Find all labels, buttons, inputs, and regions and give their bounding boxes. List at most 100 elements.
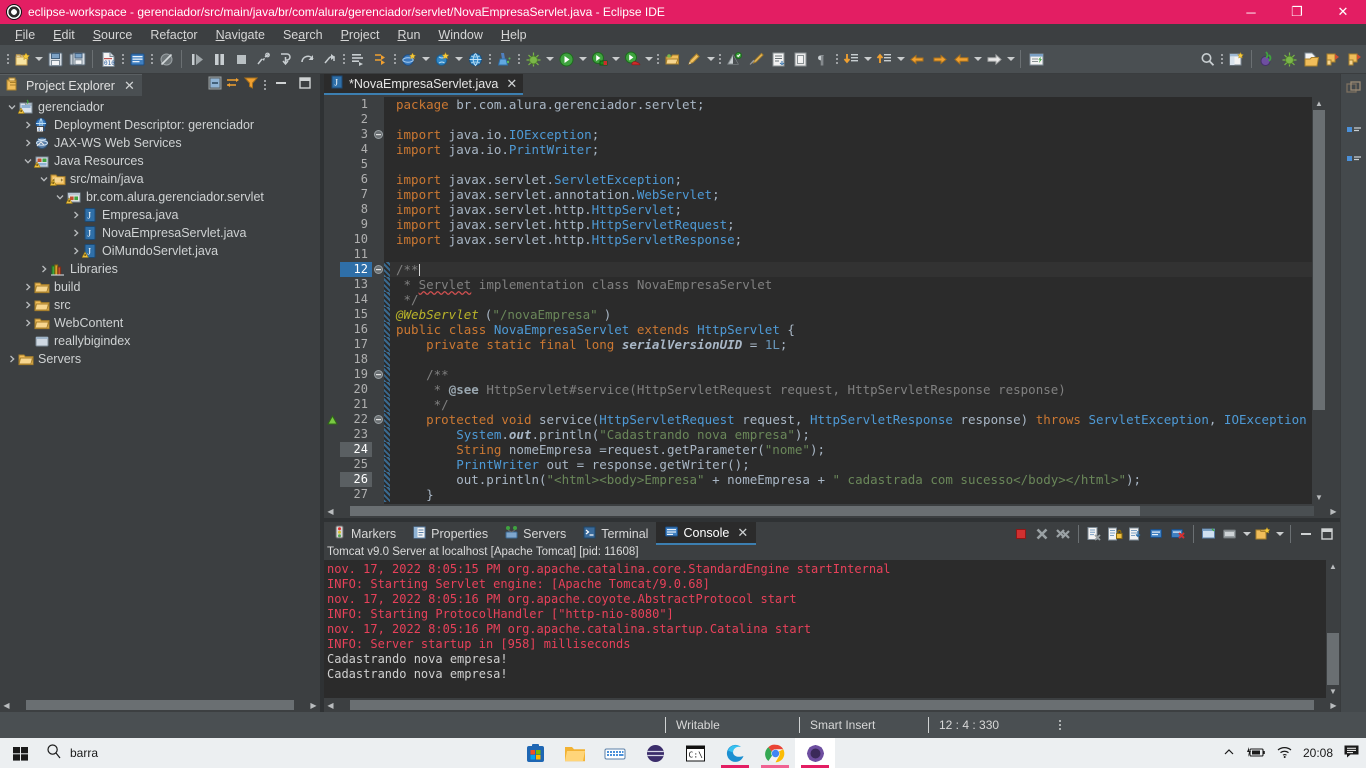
fold-collapse-icon[interactable] bbox=[372, 127, 384, 142]
clear-console-icon[interactable] bbox=[1084, 524, 1104, 544]
code-line[interactable]: * @see HttpServlet#service(HttpServletRe… bbox=[390, 382, 1312, 397]
hscroll-thumb[interactable] bbox=[26, 700, 294, 710]
debug-dropdown-icon[interactable] bbox=[544, 48, 555, 70]
overview-ruler[interactable] bbox=[1326, 97, 1340, 504]
minimize-view-icon[interactable] bbox=[270, 76, 292, 95]
close-icon[interactable]: ✕ bbox=[737, 525, 748, 541]
menu-search[interactable]: Search bbox=[274, 26, 332, 44]
code-line[interactable]: import javax.servlet.annotation.WebServl… bbox=[390, 187, 1312, 202]
collapse-all-icon[interactable] bbox=[207, 75, 223, 96]
close-icon[interactable]: ✕ bbox=[506, 76, 517, 92]
code-line[interactable] bbox=[390, 157, 1312, 172]
tree-item[interactable]: reallybigindex bbox=[0, 332, 320, 350]
forward-icon[interactable] bbox=[983, 48, 1005, 70]
close-icon[interactable]: ✕ bbox=[124, 78, 135, 94]
code-line[interactable]: import javax.servlet.http.HttpServletReq… bbox=[390, 217, 1312, 232]
console-hscrollbar[interactable]: ◀ ▶ bbox=[324, 698, 1340, 712]
scroll-down-arrow[interactable]: ▼ bbox=[1315, 491, 1323, 504]
project-explorer-shortcut-icon[interactable] bbox=[1346, 125, 1362, 146]
eclipse-ide-icon[interactable] bbox=[795, 738, 835, 768]
menu-project[interactable]: Project bbox=[332, 26, 389, 44]
vscroll-track[interactable] bbox=[1312, 110, 1326, 491]
annotation-ruler[interactable] bbox=[324, 97, 340, 504]
new-wizard-icon[interactable] bbox=[11, 48, 33, 70]
wifi-icon[interactable] bbox=[1276, 745, 1293, 762]
chevron-right-icon[interactable] bbox=[70, 227, 82, 239]
toolbar-drag-handle[interactable] bbox=[515, 49, 522, 69]
taskbar-search-box[interactable]: barra bbox=[40, 738, 270, 768]
toolbar-drag-handle[interactable] bbox=[654, 49, 661, 69]
tree-item[interactable]: gerenciador bbox=[0, 98, 320, 116]
back-icon[interactable] bbox=[950, 48, 972, 70]
open-perspective-new-icon[interactable] bbox=[1225, 48, 1247, 70]
new-server-dropdown-icon[interactable] bbox=[420, 48, 431, 70]
project-explorer-hscrollbar[interactable]: ◀ ▶ bbox=[0, 698, 320, 712]
menu-file[interactable]: File bbox=[6, 26, 44, 44]
chevron-down-icon[interactable] bbox=[54, 191, 66, 203]
console-body[interactable]: nov. 17, 2022 8:05:15 PM org.apache.cata… bbox=[324, 560, 1340, 698]
open-console-icon[interactable] bbox=[1253, 524, 1273, 544]
maximize-view-icon[interactable] bbox=[294, 76, 316, 95]
tree-item[interactable]: 4.0 Deployment Descriptor: gerenciador bbox=[0, 116, 320, 134]
menu-navigate[interactable]: Navigate bbox=[207, 26, 274, 44]
code-line[interactable]: /** bbox=[390, 262, 1312, 277]
close-button[interactable]: ✕ bbox=[1320, 0, 1366, 24]
code-line[interactable]: protected void service(HttpServletReques… bbox=[390, 412, 1312, 427]
display-selected-console-icon[interactable] bbox=[1220, 524, 1240, 544]
scroll-right-arrow[interactable]: ▶ bbox=[307, 701, 320, 710]
scroll-down-arrow[interactable]: ▼ bbox=[1329, 685, 1337, 698]
menu-edit[interactable]: Edit bbox=[44, 26, 84, 44]
run-external-tools-icon[interactable] bbox=[588, 48, 610, 70]
code-line[interactable]: PrintWriter out = response.getWriter(); bbox=[390, 457, 1312, 472]
save-all-icon[interactable] bbox=[66, 48, 88, 70]
open-task-icon[interactable] bbox=[126, 48, 148, 70]
toolbar-drag-handle[interactable] bbox=[486, 49, 493, 69]
chevron-right-icon[interactable] bbox=[6, 353, 18, 365]
tree-item[interactable]: J OiMundoServlet.java bbox=[0, 242, 320, 260]
run-coverage-icon[interactable] bbox=[621, 48, 643, 70]
run-last-tool-icon[interactable] bbox=[369, 48, 391, 70]
open-type-icon[interactable] bbox=[1025, 48, 1047, 70]
console-tab-console[interactable]: Console ✕ bbox=[656, 522, 757, 545]
resume-icon[interactable] bbox=[186, 48, 208, 70]
code-line[interactable]: /** bbox=[390, 367, 1312, 382]
toggle-block-selection-icon[interactable] bbox=[789, 48, 811, 70]
toolbar-drag-handle[interactable] bbox=[833, 49, 840, 69]
google-chrome-icon[interactable] bbox=[755, 738, 795, 768]
fold-collapse-icon[interactable] bbox=[372, 412, 384, 427]
next-annotation-icon[interactable] bbox=[840, 48, 862, 70]
console-vscrollbar[interactable]: ▲ ▼ bbox=[1326, 560, 1340, 698]
chevron-right-icon[interactable] bbox=[22, 317, 34, 329]
step-into-icon[interactable] bbox=[274, 48, 296, 70]
new-java-class-icon[interactable] bbox=[723, 48, 745, 70]
display-selected-console-dropdown-icon[interactable] bbox=[1241, 523, 1252, 545]
scroll-right-arrow[interactable]: ▶ bbox=[1327, 507, 1340, 516]
tree-item[interactable]: src/main/java bbox=[0, 170, 320, 188]
file-explorer-icon[interactable] bbox=[555, 738, 595, 768]
code-line[interactable]: System.out.println("Cadastrando nova emp… bbox=[390, 427, 1312, 442]
notifications-icon[interactable] bbox=[1343, 744, 1360, 762]
new-wizard-dropdown-icon[interactable] bbox=[33, 48, 44, 70]
maximize-view-icon[interactable] bbox=[1317, 524, 1337, 544]
code-line[interactable]: */ bbox=[390, 292, 1312, 307]
microsoft-store-icon[interactable] bbox=[515, 738, 555, 768]
chevron-down-icon[interactable] bbox=[38, 173, 50, 185]
forward-edit-location-icon[interactable] bbox=[928, 48, 950, 70]
hscroll-track[interactable] bbox=[26, 700, 294, 710]
code-line[interactable]: private static final long serialVersionU… bbox=[390, 337, 1312, 352]
minimize-button[interactable]: ─ bbox=[1228, 0, 1274, 24]
open-perspective-icon[interactable] bbox=[661, 48, 683, 70]
command-prompt-icon[interactable]: C:\ bbox=[675, 738, 715, 768]
toolbar-drag-handle[interactable] bbox=[1218, 49, 1225, 69]
console-tab-properties[interactable]: Properties bbox=[404, 522, 496, 545]
toolbar-drag-handle[interactable] bbox=[391, 49, 398, 69]
code-line[interactable]: import java.io.IOException; bbox=[390, 127, 1312, 142]
code-line[interactable]: out.println("<html><body>Empresa" + nome… bbox=[390, 472, 1312, 487]
folding-ruler[interactable] bbox=[372, 97, 384, 504]
editor-hscrollbar[interactable]: ◀ ▶ bbox=[324, 504, 1340, 518]
show-whitespace-icon[interactable]: ¶ bbox=[811, 48, 833, 70]
console-tab-servers[interactable]: Servers bbox=[496, 522, 574, 545]
menu-refactor[interactable]: Refactor bbox=[141, 26, 206, 44]
link-with-editor-icon[interactable] bbox=[225, 75, 241, 96]
globe-icon[interactable] bbox=[464, 48, 486, 70]
